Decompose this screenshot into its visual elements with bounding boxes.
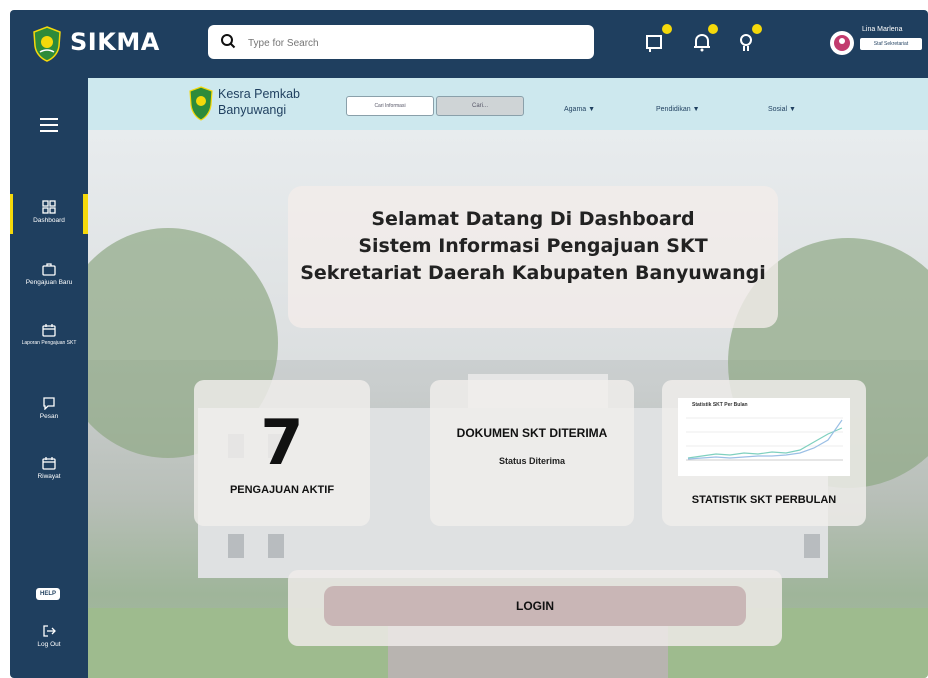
info-search-button[interactable]: Cari Informasi — [346, 96, 434, 116]
menu-pendidikan[interactable]: Pendidikan ▼ — [656, 106, 700, 113]
app-title: SIKMA — [70, 28, 160, 56]
active-count: 7 — [260, 406, 304, 479]
avatar[interactable] — [830, 31, 854, 55]
logo-icon — [33, 26, 61, 62]
grid-icon — [42, 200, 56, 214]
bell-badge — [708, 24, 718, 34]
sidebar-item-label: Dashboard — [33, 217, 65, 224]
login-panel: LOGIN — [288, 570, 782, 646]
documents-title: DOKUMEN SKT DITERIMA — [456, 426, 608, 440]
calendar-icon — [42, 457, 56, 470]
briefcase-icon — [42, 263, 56, 276]
sidebar-item-pengajuan-baru[interactable]: Pengajuan Baru — [10, 262, 88, 287]
search-input[interactable] — [246, 32, 580, 54]
bell-icon[interactable] — [690, 24, 718, 54]
documents-status: Status Diterima — [498, 456, 566, 466]
sidebar-item-label: Pesan — [39, 413, 59, 420]
menu-sosial[interactable]: Sosial ▼ — [768, 106, 796, 113]
statistics-label: STATISTIK SKT PERBULAN — [691, 494, 837, 506]
hamburger-menu-icon[interactable] — [40, 118, 58, 136]
notification-badge — [662, 24, 672, 34]
mini-chart: Statistik SKT Per Bulan — [678, 398, 850, 476]
help-button[interactable]: HELP — [36, 588, 60, 600]
calendar-icon — [42, 324, 56, 337]
search-icon[interactable] — [220, 33, 236, 49]
active-submissions-card[interactable]: 7 PENGAJUAN AKTIF — [194, 380, 370, 526]
welcome-line-2: Sistem Informasi Pengajuan SKT — [358, 235, 708, 257]
subnav-title: Kesra Pemkab Banyuwangi — [218, 87, 300, 117]
logout-icon — [43, 625, 56, 637]
documents-card[interactable]: DOKUMEN SKT DITERIMA Status Diterima — [430, 380, 634, 526]
menu-agama[interactable]: Agama ▼ — [564, 106, 595, 113]
logout-button[interactable]: Log Out — [10, 624, 88, 649]
welcome-line-1: Selamat Datang Di Dashboard — [371, 208, 695, 230]
statistics-card[interactable]: Statistik SKT Per Bulan STATISTIK SKT PE… — [662, 380, 866, 526]
kesra-logo-icon — [189, 86, 213, 121]
top-bar: SIKMA Lina Marlena Staf Sekretariat — [10, 10, 928, 78]
sidebar: Dashboard Pengajuan Baru Laporan Pengaju… — [10, 78, 88, 678]
lightbulb-badge — [752, 24, 762, 34]
building-window — [804, 534, 820, 558]
sidebar-item-label: Pengajuan Baru — [25, 279, 73, 286]
welcome-line-3: Sekretariat Daerah Kabupaten Banyuwangi — [300, 262, 766, 284]
user-name: Lina Marlena — [862, 26, 903, 33]
building-window — [228, 534, 244, 558]
lightbulb-icon[interactable] — [734, 24, 762, 54]
sidebar-item-dashboard[interactable]: Dashboard — [10, 200, 88, 225]
active-label: PENGAJUAN AKTIF — [229, 484, 335, 496]
logout-label: Log Out — [37, 641, 61, 648]
notification-icon[interactable] — [644, 24, 672, 54]
welcome-card: Selamat Datang Di Dashboard Sistem Infor… — [288, 186, 778, 328]
search-box[interactable] — [208, 25, 594, 59]
sidebar-item-label: Riwayat — [37, 473, 61, 480]
mini-chart-svg — [686, 417, 843, 461]
app-window: SIKMA Lina Marlena Staf Sekretariat — [10, 10, 928, 678]
chat-icon — [43, 397, 55, 410]
search-button[interactable]: Cari... — [436, 96, 524, 116]
main-content: Kesra Pemkab Banyuwangi Cari Informasi C… — [88, 78, 928, 678]
login-button[interactable]: LOGIN — [324, 586, 746, 626]
sidebar-item-laporan[interactable]: Laporan Pengajuan SKT — [10, 323, 88, 347]
sub-navbar: Kesra Pemkab Banyuwangi Cari Informasi C… — [88, 78, 928, 130]
user-role-badge: Staf Sekretariat — [860, 38, 922, 50]
building-window — [268, 534, 284, 558]
sidebar-item-label: Laporan Pengajuan SKT — [21, 340, 77, 346]
sidebar-item-pesan[interactable]: Pesan — [10, 396, 88, 421]
sidebar-item-riwayat[interactable]: Riwayat — [10, 456, 88, 481]
